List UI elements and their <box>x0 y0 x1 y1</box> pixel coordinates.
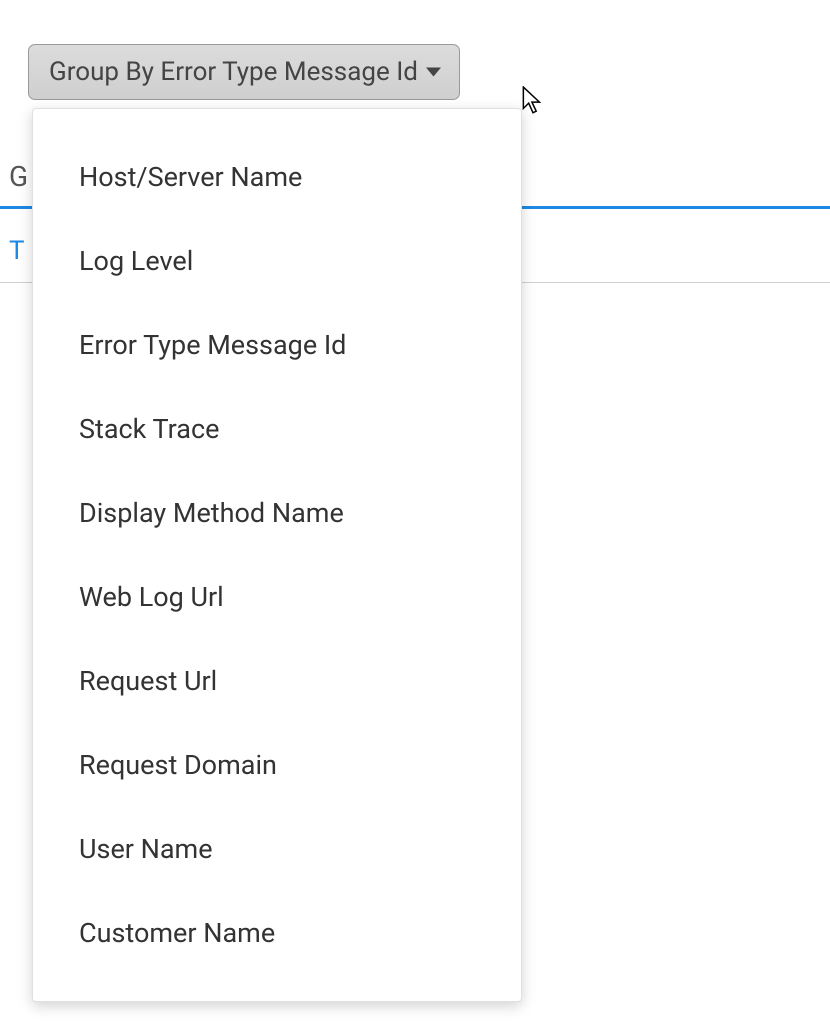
background-label: G <box>9 160 28 193</box>
dropdown-item-customer-name[interactable]: Customer Name <box>33 891 521 975</box>
dropdown-item-error-type-message-id[interactable]: Error Type Message Id <box>33 303 521 387</box>
cursor-icon <box>522 86 544 120</box>
group-by-dropdown-menu: Host/Server Name Log Level Error Type Me… <box>32 108 522 1002</box>
dropdown-item-host-server-name[interactable]: Host/Server Name <box>33 135 521 219</box>
group-by-dropdown-button[interactable]: Group By Error Type Message Id <box>28 44 460 100</box>
dropdown-item-log-level[interactable]: Log Level <box>33 219 521 303</box>
chevron-down-icon <box>426 67 441 77</box>
dropdown-item-stack-trace[interactable]: Stack Trace <box>33 387 521 471</box>
dropdown-item-request-domain[interactable]: Request Domain <box>33 723 521 807</box>
dropdown-item-request-url[interactable]: Request Url <box>33 639 521 723</box>
dropdown-item-web-log-url[interactable]: Web Log Url <box>33 555 521 639</box>
dropdown-item-display-method-name[interactable]: Display Method Name <box>33 471 521 555</box>
dropdown-item-user-name[interactable]: User Name <box>33 807 521 891</box>
background-tab[interactable]: T <box>9 236 25 266</box>
group-by-dropdown-label: Group By Error Type Message Id <box>49 57 418 87</box>
